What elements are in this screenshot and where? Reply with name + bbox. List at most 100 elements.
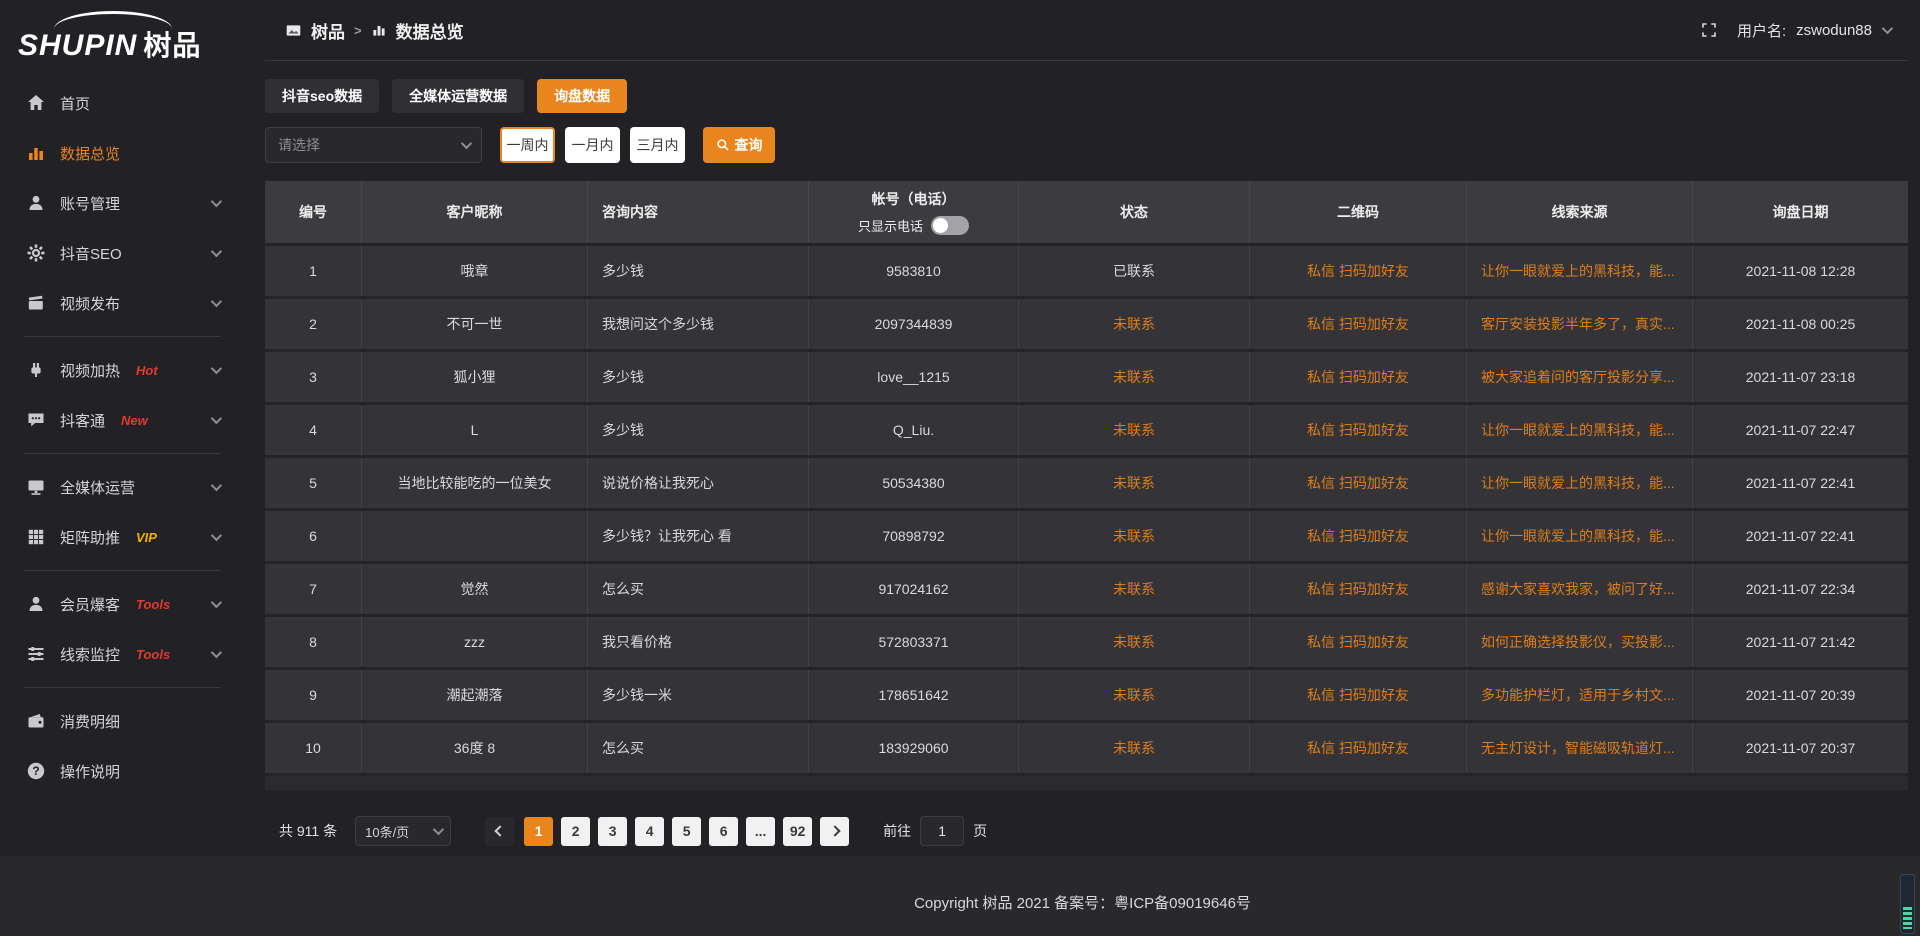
status-text: 未联系 (1113, 632, 1155, 652)
page-button-5[interactable]: 5 (672, 817, 701, 846)
data-tabs: 抖音seo数据 全媒体运营数据 询盘数据 (265, 79, 1908, 113)
corner-widget[interactable] (1900, 874, 1915, 934)
chevron-down-icon (211, 413, 222, 424)
account-cell: Q_Liu. (809, 405, 1019, 455)
sidebar-item-label: 数据总览 (60, 143, 120, 164)
table-body: 1 哦章 多少钱 9583810 已联系 私信 扫码加好友 让你一眼就爱上的黑科… (265, 246, 1908, 776)
sidebar-item-data-overview[interactable]: 数据总览 (0, 128, 245, 178)
sidebar-item-help[interactable]: ? 操作说明 (0, 746, 245, 796)
source-link[interactable]: 让你一眼就爱上的黑科技，能... (1467, 405, 1693, 455)
sidebar-item-matrix-boost[interactable]: 矩阵助推 VIP (0, 512, 245, 562)
qrcode-link[interactable]: 私信 扫码加好友 (1250, 670, 1467, 720)
sliders-icon (26, 644, 46, 664)
content-cell: 我只看价格 (588, 617, 809, 667)
nickname-cell (362, 511, 588, 561)
date-cell: 2021-11-07 23:18 (1693, 352, 1908, 402)
date-cell: 2021-11-08 12:28 (1693, 246, 1908, 296)
sidebar-item-douyin-seo[interactable]: 抖音SEO (0, 228, 245, 278)
nickname-cell: zzz (362, 617, 588, 667)
status-cell: 未联系 (1019, 458, 1250, 508)
phone-toggle-label: 只显示电话 (858, 216, 923, 235)
page-button-6[interactable]: 6 (709, 817, 738, 846)
chevron-down-icon (461, 138, 472, 149)
sidebar-item-member-burst[interactable]: 会员爆客 Tools (0, 579, 245, 629)
member-icon (26, 594, 46, 614)
sidebar-item-video-publish[interactable]: 视频发布 (0, 278, 245, 328)
source-link[interactable]: 感谢大家喜欢我家，被问了好... (1467, 564, 1693, 614)
tab-media-ops-data[interactable]: 全媒体运营数据 (392, 79, 524, 113)
page-button-2[interactable]: 2 (561, 817, 590, 846)
qrcode-link[interactable]: 私信 扫码加好友 (1250, 617, 1467, 667)
content-cell: 多少钱 (588, 405, 809, 455)
source-link[interactable]: 让你一眼就爱上的黑科技，能... (1467, 246, 1693, 296)
sidebar-item-home[interactable]: 首页 (0, 78, 245, 128)
chevron-right-icon (829, 825, 840, 836)
page-ellipsis-button[interactable]: ... (746, 817, 775, 846)
sidebar-item-account-mgmt[interactable]: 账号管理 (0, 178, 245, 228)
username: zswodun88 (1796, 22, 1872, 39)
status-cell: 未联系 (1019, 405, 1250, 455)
tab-douyin-seo-data[interactable]: 抖音seo数据 (265, 79, 379, 113)
page-button-92[interactable]: 92 (783, 817, 812, 846)
nickname-cell: 哦章 (362, 246, 588, 296)
page-size-value: 10条/页 (365, 822, 409, 841)
range-month-button[interactable]: 一月内 (565, 127, 620, 163)
wallet-icon (26, 711, 46, 731)
sidebar-item-douketong[interactable]: 抖客通 New (0, 395, 245, 445)
account-cell: 9583810 (809, 246, 1019, 296)
status-text: 已联系 (1113, 261, 1155, 281)
goto-page-input[interactable] (920, 816, 964, 846)
search-button-label: 查询 (735, 135, 763, 155)
status-cell: 未联系 (1019, 299, 1250, 349)
index-cell: 2 (265, 299, 362, 349)
date-cell: 2021-11-07 22:34 (1693, 564, 1908, 614)
qrcode-link[interactable]: 私信 扫码加好友 (1250, 246, 1467, 296)
goto-unit: 页 (973, 821, 987, 841)
status-cell: 已联系 (1019, 246, 1250, 296)
chevron-down-icon (433, 824, 444, 835)
phone-only-toggle[interactable] (931, 216, 969, 235)
page-button-1[interactable]: 1 (524, 817, 553, 846)
fullscreen-icon[interactable] (1701, 22, 1717, 38)
index-cell: 1 (265, 246, 362, 296)
source-link[interactable]: 让你一眼就爱上的黑科技，能... (1467, 458, 1693, 508)
prev-page-button[interactable] (485, 817, 514, 846)
breadcrumb-page: 数据总览 (396, 18, 464, 43)
source-link[interactable]: 如何正确选择投影仪，买投影... (1467, 617, 1693, 667)
content-cell: 多少钱 (588, 352, 809, 402)
page-button-3[interactable]: 3 (598, 817, 627, 846)
source-link[interactable]: 让你一眼就爱上的黑科技，能... (1467, 511, 1693, 561)
nickname-cell: 狐小狸 (362, 352, 588, 402)
qrcode-link[interactable]: 私信 扫码加好友 (1250, 511, 1467, 561)
sidebar-item-media-ops[interactable]: 全媒体运营 (0, 462, 245, 512)
chevron-down-icon (211, 196, 222, 207)
qrcode-link[interactable]: 私信 扫码加好友 (1250, 723, 1467, 773)
breadcrumb-app[interactable]: 树品 (311, 18, 345, 43)
chevron-down-icon (211, 296, 222, 307)
page-button-4[interactable]: 4 (635, 817, 664, 846)
chevron-down-icon (1882, 23, 1893, 34)
app-logo[interactable]: SHUPIN树品 (16, 10, 231, 64)
qrcode-link[interactable]: 私信 扫码加好友 (1250, 405, 1467, 455)
filter-select[interactable]: 请选择 (265, 127, 482, 163)
qrcode-link[interactable]: 私信 扫码加好友 (1250, 352, 1467, 402)
user-menu[interactable]: 用户名: zswodun88 (1737, 20, 1890, 41)
sidebar-item-lead-monitor[interactable]: 线索监控 Tools (0, 629, 245, 679)
qrcode-link[interactable]: 私信 扫码加好友 (1250, 299, 1467, 349)
sidebar-item-spend-detail[interactable]: 消费明细 (0, 696, 245, 746)
tab-inquiry-data[interactable]: 询盘数据 (537, 79, 627, 113)
next-page-button[interactable] (820, 817, 849, 846)
source-link[interactable]: 被大家追着问的客厅投影分享... (1467, 352, 1693, 402)
qrcode-link[interactable]: 私信 扫码加好友 (1250, 458, 1467, 508)
content-cell: 多少钱 (588, 246, 809, 296)
range-week-button[interactable]: 一周内 (500, 127, 555, 163)
range-quarter-button[interactable]: 三月内 (630, 127, 685, 163)
qrcode-link[interactable]: 私信 扫码加好友 (1250, 564, 1467, 614)
goto-page: 前往 页 (883, 816, 987, 846)
sidebar-item-video-heat[interactable]: 视频加热 Hot (0, 345, 245, 395)
source-link[interactable]: 多功能护栏灯，适用于乡村文... (1467, 670, 1693, 720)
source-link[interactable]: 客厅安装投影半年多了，真实... (1467, 299, 1693, 349)
page-size-select[interactable]: 10条/页 (355, 816, 451, 846)
source-link[interactable]: 无主灯设计，智能磁吸轨道灯... (1467, 723, 1693, 773)
search-button[interactable]: 查询 (703, 127, 775, 163)
